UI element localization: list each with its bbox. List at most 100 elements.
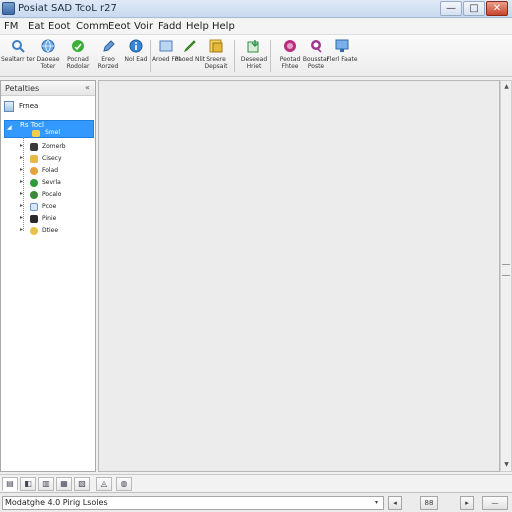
- expand-arrow-icon[interactable]: ▸: [20, 142, 23, 149]
- bottom-tab-5[interactable]: ▧: [74, 477, 90, 491]
- pen-icon: [101, 39, 115, 53]
- toolbar-button-info[interactable]: Nol Ead: [122, 37, 150, 75]
- toolbar-label: Flerl Faate: [326, 56, 358, 63]
- bottom-tab-6[interactable]: ◬: [96, 477, 112, 491]
- expand-arrow-icon[interactable]: ◢: [7, 124, 12, 131]
- maximize-button[interactable]: □: [463, 1, 485, 16]
- menu-format[interactable]: Eoot: [48, 21, 70, 32]
- tree-item-label: Pinie: [42, 215, 57, 222]
- tree-item-label: Pocalo: [42, 191, 62, 198]
- toolbar: Sealtarr ter Daoeae Toter Pocnad Rodolar…: [0, 35, 512, 77]
- toolbar-button-search[interactable]: Sealtarr ter: [1, 37, 35, 75]
- tree-item[interactable]: ▸ Pcoe: [20, 202, 94, 214]
- bottom-tab-3[interactable]: ▥: [38, 477, 54, 491]
- scroll-grip-icon[interactable]: [502, 264, 510, 276]
- tree-selected-label: Rs Tocl: [20, 121, 44, 129]
- tree-item-label: Sevrla: [42, 179, 61, 186]
- menu-view[interactable]: Voir: [134, 21, 153, 32]
- status-extra-button[interactable]: —: [482, 496, 508, 510]
- status-field[interactable]: Modatghe 4.0 Pirig Lsoles ▾: [2, 496, 384, 510]
- main-workspace[interactable]: [98, 80, 500, 472]
- menu-help-1[interactable]: Help: [186, 21, 209, 32]
- monitor-icon: [335, 39, 349, 53]
- tree-root-label: Frnea: [19, 102, 39, 110]
- toolbar-separator: [234, 40, 235, 72]
- minimize-button[interactable]: —: [440, 1, 462, 16]
- app-icon: [2, 2, 15, 15]
- bottom-tab-strip: ▤ ◧ ▥ ▦ ▧ ◬ ◍: [0, 474, 512, 492]
- expand-arrow-icon[interactable]: ▸: [20, 166, 23, 173]
- toolbar-button-globe[interactable]: Daoeae Toter: [34, 37, 62, 75]
- record-icon: [283, 39, 297, 53]
- tree-selected-child-label: Smel: [45, 129, 61, 136]
- dropdown-arrow-icon[interactable]: ▾: [375, 499, 378, 506]
- status-bar: Modatghe 4.0 Pirig Lsoles ▾ ◂ 88 ▸ —: [0, 492, 512, 512]
- toolbar-button-note[interactable]: Sreere Depsait: [202, 37, 230, 75]
- node-icon: [30, 143, 38, 151]
- panel-header: Petalties «: [1, 81, 95, 96]
- zoom-field[interactable]: 88: [420, 496, 438, 510]
- expand-arrow-icon[interactable]: ▸: [20, 178, 23, 185]
- properties-panel: Petalties « Frnea ◢ Rs Tocl Smel ▸ Zomer…: [0, 80, 96, 472]
- nav-right-button[interactable]: ▸: [460, 496, 474, 510]
- document-icon: [4, 101, 14, 112]
- node-icon: [30, 215, 38, 223]
- pencil-icon: [183, 39, 197, 53]
- close-button[interactable]: ✕: [486, 1, 508, 16]
- circle-node-icon: [30, 227, 38, 235]
- expand-arrow-icon[interactable]: ▸: [20, 190, 23, 197]
- menu-edit[interactable]: Eat: [28, 21, 44, 32]
- expand-arrow-icon[interactable]: ▸: [20, 202, 23, 209]
- tree-item[interactable]: ▸ Pocalo: [20, 190, 94, 202]
- tree-item[interactable]: ▸ Pinie: [20, 214, 94, 226]
- tree-item[interactable]: ▸ Zomerb: [20, 142, 94, 154]
- tree-item-label: Dtiee: [42, 227, 59, 234]
- scroll-up-icon[interactable]: ▲: [502, 83, 511, 90]
- page-icon: [30, 203, 38, 211]
- menu-bar: FM Eat Eoot Comm Eeot Voir Fadd Help Hel…: [0, 19, 512, 35]
- folder-icon: [30, 155, 38, 163]
- circle-node-icon: [30, 167, 38, 175]
- window-title: Posiat SAD TcoL r27: [18, 3, 117, 14]
- expand-arrow-icon[interactable]: ▸: [20, 154, 23, 161]
- folder-icon: [32, 130, 40, 137]
- vertical-scrollbar[interactable]: ▲ ▼: [500, 80, 512, 472]
- menu-add[interactable]: Fadd: [158, 21, 182, 32]
- scroll-down-icon[interactable]: ▼: [502, 461, 511, 468]
- menu-help-2[interactable]: Help: [212, 21, 235, 32]
- nav-left-button[interactable]: ◂: [388, 496, 402, 510]
- note-icon: [209, 39, 223, 53]
- toolbar-button-leaf[interactable]: Pocnad Rodolar: [64, 37, 92, 75]
- import-icon: [247, 39, 261, 53]
- toolbar-label: Deseead Hriet: [240, 56, 268, 70]
- collapse-chevron-icon[interactable]: «: [85, 83, 90, 92]
- bottom-tab-2[interactable]: ◧: [20, 477, 36, 491]
- tree-item[interactable]: ▸ Cisecy: [20, 154, 94, 166]
- tree-item-label: Pcoe: [42, 203, 57, 210]
- info-icon: [129, 39, 143, 53]
- circle-node-icon: [30, 191, 38, 199]
- magnifier-icon: [11, 39, 25, 53]
- menu-file[interactable]: FM: [4, 21, 18, 32]
- tree-item-label: Folad: [42, 167, 59, 174]
- tree-item[interactable]: ▸ Folad: [20, 166, 94, 178]
- toolbar-separator: [270, 40, 271, 72]
- toolbar-button-monitor[interactable]: Flerl Faate: [326, 37, 358, 75]
- tree-item-label: Zomerb: [42, 143, 66, 150]
- bottom-tab-1[interactable]: ▤: [2, 477, 18, 491]
- title-bar: Posiat SAD TcoL r27 — □ ✕: [0, 0, 512, 18]
- expand-arrow-icon[interactable]: ▸: [20, 214, 23, 221]
- toolbar-button-import[interactable]: Deseead Hriet: [240, 37, 268, 75]
- expand-arrow-icon[interactable]: ▸: [20, 226, 23, 233]
- panel-title: Petalties: [5, 84, 40, 93]
- tree-item[interactable]: ▸ Dtiee: [20, 226, 94, 238]
- tree-item-selected[interactable]: ◢ Rs Tocl Smel: [4, 120, 94, 138]
- tree-item[interactable]: ▸ Sevrla: [20, 178, 94, 190]
- globe-icon: [41, 39, 55, 53]
- menu-tools[interactable]: Eeot: [108, 21, 131, 32]
- leaf-icon: [71, 39, 85, 53]
- bottom-tab-7[interactable]: ◍: [116, 477, 132, 491]
- tree-item-label: Cisecy: [42, 155, 62, 162]
- menu-command[interactable]: Comm: [76, 21, 109, 32]
- bottom-tab-4[interactable]: ▦: [56, 477, 72, 491]
